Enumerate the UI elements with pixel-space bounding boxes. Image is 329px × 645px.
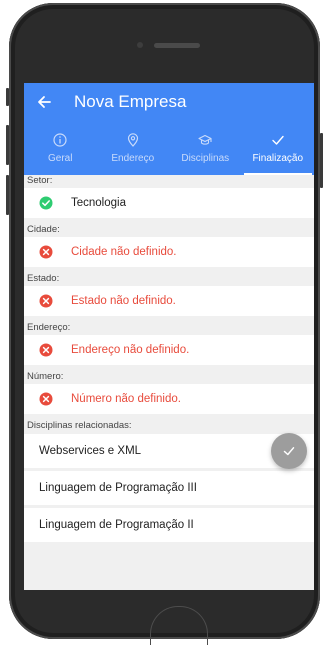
check-circle-icon <box>39 196 53 210</box>
power-button <box>320 133 323 188</box>
setor-value: Tecnologia <box>71 197 126 209</box>
tab-endereco[interactable]: Endereço <box>97 121 170 175</box>
tab-label: Disciplinas <box>181 152 230 164</box>
cidade-item: Cidade não definido. <box>24 237 314 267</box>
tab-bar: Geral Endereço Disciplinas Finalização <box>24 121 314 175</box>
error-circle-icon <box>39 245 53 259</box>
tab-geral[interactable]: Geral <box>24 121 97 175</box>
check-icon <box>272 135 284 145</box>
volume-down-button <box>6 175 9 215</box>
cidade-label: Cidade: <box>27 224 60 235</box>
endereco-value: Endereço não definido. <box>71 344 190 356</box>
app-screen: Nova Empresa Geral Endereço Disciplinas … <box>24 83 314 590</box>
numero-item: Número não definido. <box>24 384 314 414</box>
error-circle-icon <box>39 294 53 308</box>
endereco-item: Endereço não definido. <box>24 335 314 365</box>
setor-label: Setor: <box>27 175 53 186</box>
tab-disciplinas[interactable]: Disciplinas <box>169 121 242 175</box>
back-button[interactable] <box>24 83 64 121</box>
map-pin-icon <box>127 132 138 147</box>
tab-label: Geral <box>48 152 73 164</box>
tab-label: Endereço <box>111 152 155 164</box>
numero-value: Número não definido. <box>71 393 181 405</box>
finish-fab-button[interactable] <box>271 433 307 469</box>
estado-label: Estado: <box>27 273 60 284</box>
arrow-left-icon <box>38 96 51 108</box>
page-title: Nova Empresa <box>74 92 187 111</box>
home-button[interactable] <box>150 606 208 645</box>
setor-item: Tecnologia <box>24 188 314 218</box>
estado-item: Estado não definido. <box>24 286 314 316</box>
estado-value: Estado não definido. <box>71 295 176 307</box>
discipline-item[interactable]: Linguagem de Programação II <box>24 508 314 542</box>
endereco-label: Endereço: <box>27 322 71 333</box>
tab-finalizacao[interactable]: Finalização <box>242 121 315 175</box>
graduation-cap-icon <box>198 134 212 145</box>
info-icon <box>53 132 67 147</box>
app-bar: Nova Empresa Geral Endereço Disciplinas … <box>24 83 314 175</box>
volume-up-button <box>6 125 9 165</box>
numero-label: Número: <box>27 371 64 382</box>
front-camera <box>137 42 143 48</box>
earpiece-speaker <box>154 43 200 48</box>
check-icon <box>283 447 295 456</box>
disciplinas-label: Disciplinas relacionadas: <box>27 420 132 431</box>
cidade-value: Cidade não definido. <box>71 246 177 258</box>
summary-content: Setor: Tecnologia Cidade: Cidade não def… <box>24 175 314 590</box>
side-button <box>6 88 9 106</box>
discipline-item[interactable]: Linguagem de Programação III <box>24 471 314 505</box>
error-circle-icon <box>39 392 53 406</box>
toolbar: Nova Empresa <box>24 83 314 121</box>
tab-label: Finalização <box>252 152 304 164</box>
error-circle-icon <box>39 343 53 357</box>
